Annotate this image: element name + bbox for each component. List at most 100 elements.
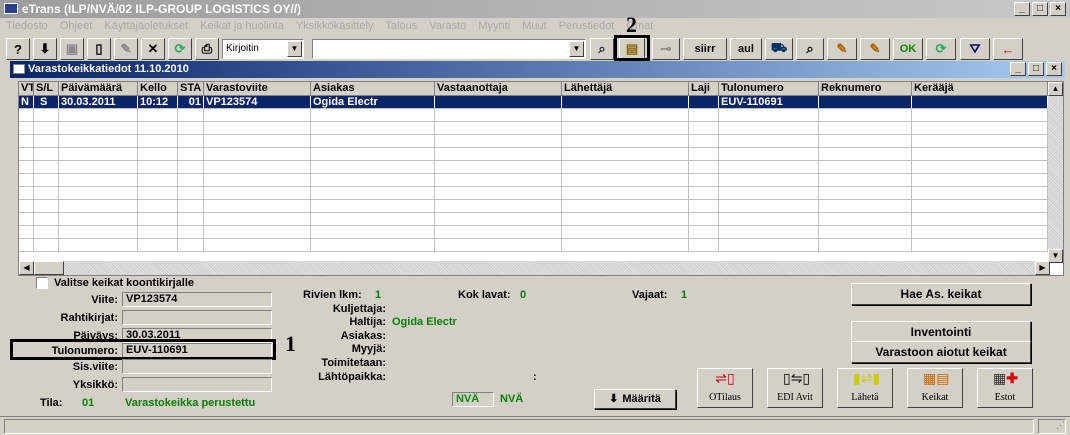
- scroll-down-icon[interactable]: ▼: [1048, 249, 1063, 263]
- key-icon[interactable]: ⊸: [652, 38, 680, 60]
- varastoon-aiotut-keikat-button[interactable]: Varastoon aiotut keikat: [851, 341, 1031, 363]
- col-kello[interactable]: Kello: [138, 82, 178, 95]
- arrow-down-icon[interactable]: ⬇: [33, 38, 57, 60]
- minimize-button[interactable]: _: [1014, 2, 1030, 16]
- block-icon: ▦✚: [993, 372, 1018, 387]
- menu-yksikkokasittely[interactable]: Yksikkökäsittely: [296, 20, 374, 32]
- search-combo[interactable]: ▼: [312, 39, 586, 59]
- scroll-left-icon[interactable]: ◀: [19, 261, 34, 275]
- highlight-box-1: [10, 339, 276, 360]
- menu-tiedosto[interactable]: Tiedosto: [6, 20, 48, 32]
- vertical-scrollbar[interactable]: ▲ ▼: [1048, 82, 1063, 263]
- refresh-icon[interactable]: ⟳: [168, 38, 192, 60]
- maximize-button[interactable]: □: [1032, 2, 1048, 16]
- sync-icon[interactable]: ⟳: [926, 38, 956, 60]
- menu-ohjeet[interactable]: Ohjeet: [60, 20, 92, 32]
- menu-myynti[interactable]: Myynti: [478, 20, 510, 32]
- col-lahettaja[interactable]: Lähettäjä: [562, 82, 689, 95]
- menu-muut[interactable]: Muut: [522, 20, 546, 32]
- rahtikirjat-field[interactable]: [122, 310, 272, 325]
- table-row[interactable]: N S 30.03.2011 10:12 01 VP123574 Ogida E…: [19, 96, 1063, 109]
- tools-icon[interactable]: ✎: [827, 38, 857, 60]
- nva-field-1[interactable]: NVÄ: [452, 392, 494, 407]
- ok-button[interactable]: OK: [893, 38, 923, 60]
- hae-as-keikat-button[interactable]: Hae As. keikat: [851, 283, 1031, 305]
- col-vastaanottaja[interactable]: Vastaanottaja: [435, 82, 562, 95]
- child-minimize-button[interactable]: _: [1010, 62, 1026, 76]
- viite-field[interactable]: VP123574: [122, 292, 272, 307]
- col-sta[interactable]: STA: [178, 82, 204, 95]
- otilaus-button[interactable]: ⇌▯ OTilaus: [697, 368, 753, 408]
- cell-keraaja: [912, 96, 1048, 108]
- laheta-button[interactable]: ▮⇌▮ Lähetä: [837, 368, 893, 408]
- otilaus-label: OTilaus: [709, 392, 741, 403]
- help-icon[interactable]: ?: [6, 38, 30, 60]
- estot-button[interactable]: ▦✚ Estot: [977, 368, 1033, 408]
- menu-perustiedot[interactable]: Perustiedot: [559, 20, 615, 32]
- col-asiakas[interactable]: Asiakas: [311, 82, 435, 95]
- viite-label: Viite:: [91, 294, 118, 306]
- col-reknumero[interactable]: Reknumero: [819, 82, 912, 95]
- scroll-thumb[interactable]: [34, 261, 64, 275]
- vajaat-value: 1: [681, 289, 688, 301]
- child-maximize-button[interactable]: □: [1028, 62, 1044, 76]
- child-close-button[interactable]: ×: [1046, 62, 1062, 76]
- haltija-value: Ogida Electr: [392, 316, 457, 328]
- sisviite-field[interactable]: [122, 359, 272, 374]
- child-window-title: Varastokeikkatiedot 11.10.2010: [28, 63, 189, 75]
- col-laji[interactable]: Laji: [689, 82, 719, 95]
- window-title: eTrans (ILP/NVÄ/02 ILP-GROUP LOGISTICS O…: [22, 2, 302, 16]
- chevron-down-icon[interactable]: ▼: [569, 41, 584, 57]
- chevron-down-icon[interactable]: ▼: [287, 41, 302, 57]
- koontikirja-checkbox[interactable]: [36, 277, 48, 289]
- truck-icon[interactable]: ⛟: [765, 38, 793, 60]
- menu-keikat-ja-huolinta[interactable]: Keikat ja huolinta: [200, 20, 284, 32]
- app-icon: [4, 3, 18, 14]
- keikat-icon: ▦▤: [923, 372, 950, 387]
- cell-lahettaja: [562, 96, 689, 108]
- keikat-label: Keikat: [921, 392, 949, 403]
- search-icon[interactable]: ⌕: [590, 38, 614, 60]
- menu-varasto[interactable]: Varasto: [429, 20, 466, 32]
- resize-grip-icon[interactable]: ⋰: [1038, 419, 1066, 434]
- col-tulonumero[interactable]: Tulonumero: [719, 82, 819, 95]
- edit-icon[interactable]: ✎: [114, 38, 138, 60]
- tools-alt-icon[interactable]: ✎: [860, 38, 890, 60]
- scroll-right-icon[interactable]: ▶: [1035, 261, 1050, 275]
- yksikko-field[interactable]: [122, 377, 272, 392]
- exit-arrow-icon[interactable]: ←: [993, 38, 1023, 60]
- new-document-icon[interactable]: ▯: [87, 38, 111, 60]
- siirr-button[interactable]: siirr: [683, 38, 727, 60]
- save-icon[interactable]: ▣: [60, 38, 84, 60]
- keikka-grid[interactable]: VT S/L Päivämäärä Kello STA Varastoviite…: [18, 81, 1064, 276]
- printer-select-value: Kirjoitin: [226, 43, 259, 54]
- status-panel: [4, 419, 1034, 434]
- aul-button[interactable]: aul: [730, 38, 762, 60]
- cell-paivamaara: 30.03.2011: [59, 96, 138, 108]
- scroll-up-icon[interactable]: ▲: [1048, 82, 1063, 96]
- menu-kayttajaoletukset[interactable]: Käyttäjäoletukset: [104, 20, 188, 32]
- lahtopaikka-separator: :: [533, 371, 537, 383]
- kuljettaja-label: Kuljettaja:: [332, 303, 386, 315]
- close-button[interactable]: ×: [1050, 2, 1066, 16]
- col-keraaja[interactable]: Kerääjä: [912, 82, 1048, 95]
- maarita-button[interactable]: ⬇ Määritä: [594, 389, 676, 409]
- col-paivamaara[interactable]: Päivämäärä: [59, 82, 138, 95]
- col-vt[interactable]: VT: [19, 82, 34, 95]
- maarita-label: Määritä: [622, 393, 661, 405]
- printer-select[interactable]: Kirjoitin ▼: [222, 39, 304, 59]
- printer-icon[interactable]: ⎙: [195, 38, 219, 60]
- cell-reknumero: [819, 96, 912, 108]
- print-preview-icon[interactable]: ⌕: [796, 38, 824, 60]
- myyja-label: Myyjä:: [351, 343, 386, 355]
- keikat-button[interactable]: ▦▤ Keikat: [907, 368, 963, 408]
- delete-icon[interactable]: ✕: [141, 38, 165, 60]
- menu-talous[interactable]: Talous: [385, 20, 417, 32]
- inventointi-button[interactable]: Inventointi: [851, 321, 1031, 343]
- col-varastoviite[interactable]: Varastoviite: [204, 82, 311, 95]
- horizontal-scrollbar[interactable]: ◀ ▶: [19, 261, 1050, 275]
- filter-icon[interactable]: ⛛: [960, 38, 990, 60]
- highlight-box-2: [614, 35, 650, 61]
- col-sl[interactable]: S/L: [34, 82, 59, 95]
- edi-avit-button[interactable]: ▯⇋▯ EDI Avit: [767, 368, 823, 408]
